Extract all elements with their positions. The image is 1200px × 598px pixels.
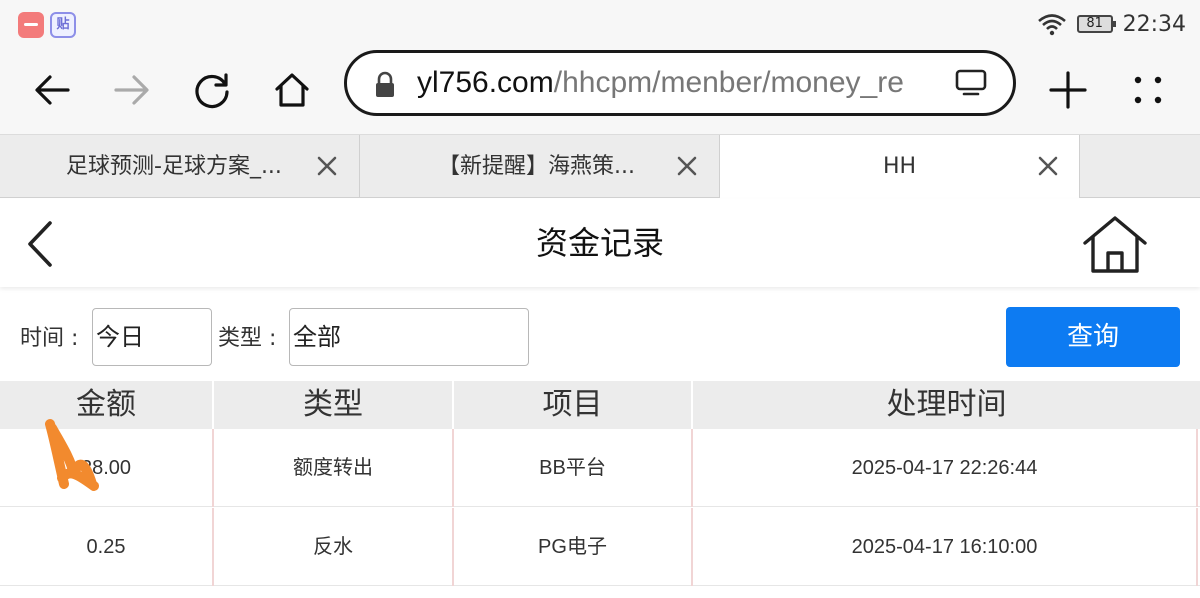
back-chevron-icon[interactable]	[20, 217, 60, 271]
lock-icon	[376, 71, 394, 97]
tab-football[interactable]: 足球预测-足球方案_...	[0, 135, 360, 198]
cell-type: 反水	[214, 508, 454, 586]
column-header-time: 处理时间	[886, 387, 1007, 422]
tie-app-icon: 贴	[50, 12, 76, 38]
url-text[interactable]: yl756.com/hhcpm/menber/money_re	[417, 53, 937, 113]
status-right: 81 22:34	[1037, 8, 1186, 40]
cell-time: 2025-04-17 16:10:00	[693, 508, 1198, 586]
tab-label: HH	[883, 154, 917, 179]
time-select[interactable]: 今日	[92, 308, 212, 366]
screen-icon[interactable]	[955, 69, 987, 97]
tab-label: 【新提醒】海燕策...	[438, 154, 635, 179]
battery-icon: 81	[1076, 15, 1116, 33]
app-header: 资金记录	[0, 199, 1200, 287]
home-icon[interactable]	[262, 60, 322, 120]
url-path: /hhcpm/menber/money_re	[553, 66, 904, 99]
shop-app-icon	[18, 12, 44, 38]
tab-label: 足球预测-足球方案_...	[66, 154, 282, 179]
tab-strip: 足球预测-足球方案_... 【新提醒】海燕策... HH	[0, 134, 1200, 198]
page-title: 资金记录	[535, 224, 664, 262]
query-button[interactable]: 查询	[1006, 307, 1180, 367]
filter-bar: 时间 : 今日 类型 : 全部 查询	[0, 300, 1200, 372]
tab-reminder[interactable]: 【新提醒】海燕策...	[360, 135, 720, 198]
column-header-project: 项目	[454, 381, 693, 429]
table-row: 28.00 额度转出 BB平台 2025-04-17 22:26:44	[0, 429, 1200, 507]
close-icon[interactable]	[675, 154, 699, 178]
clock: 22:34	[1122, 11, 1186, 37]
menu-dots-icon[interactable]	[1118, 60, 1178, 120]
column-header-type: 类型	[214, 381, 454, 429]
time-label: 时间 :	[20, 326, 79, 351]
cell-amount: 0.25	[0, 508, 214, 586]
address-bar[interactable]: yl756.com/hhcpm/menber/money_re	[344, 50, 1016, 116]
browser-toolbar: yl756.com/hhcpm/menber/money_re	[0, 48, 1200, 134]
url-host: yl756.com	[417, 66, 554, 99]
table-header: 金额 类型 项目 处理时间	[0, 381, 1200, 429]
cell-project: BB平台	[454, 429, 693, 507]
home-icon[interactable]	[1080, 213, 1150, 275]
redaction-scribble	[45, 419, 99, 491]
wifi-icon	[1037, 14, 1066, 36]
column-header-amount: 金额	[0, 381, 214, 429]
cell-project: PG电子	[454, 508, 693, 586]
type-select[interactable]: 全部	[289, 308, 529, 366]
cell-time: 2025-04-17 22:26:44	[693, 429, 1198, 507]
cell-amount: 28.00	[0, 429, 214, 507]
table-row: 0.25 反水 PG电子 2025-04-17 16:10:00	[0, 508, 1200, 586]
status-bar: 贴 81 22:34	[0, 0, 1200, 48]
type-label: 类型 :	[218, 326, 277, 351]
tab-hh[interactable]: HH	[720, 135, 1080, 198]
reload-icon[interactable]	[182, 60, 242, 120]
back-arrow-icon[interactable]	[22, 60, 82, 120]
new-tab-plus-icon[interactable]	[1038, 60, 1098, 120]
close-icon[interactable]	[315, 154, 339, 178]
cell-type: 额度转出	[214, 429, 454, 507]
close-icon[interactable]	[1036, 154, 1060, 178]
forward-arrow-icon[interactable]	[102, 60, 162, 120]
